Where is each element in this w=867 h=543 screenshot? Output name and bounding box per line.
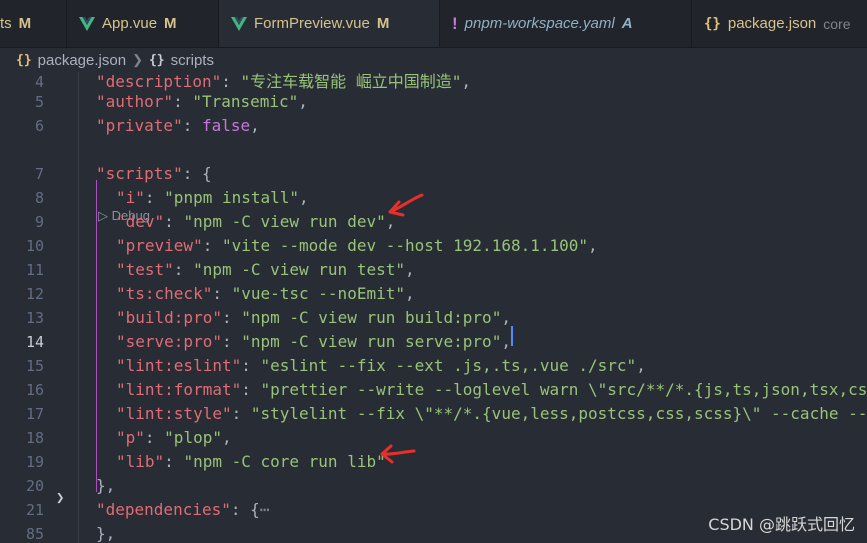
vue-file-icon	[79, 16, 95, 31]
json-file-icon: {}	[16, 52, 32, 68]
tab-pnpm-workspace-label: pnpm-workspace.yaml	[464, 15, 615, 32]
code-line: "lint:style": "stylelint --fix \"**/*.{v…	[116, 404, 867, 423]
tab-package-json[interactable]: {} package.json core	[692, 0, 867, 47]
line-number: 19	[25, 453, 44, 471]
yaml-file-icon: !	[452, 13, 458, 33]
line-number: 18	[25, 429, 44, 447]
line-number: 85	[25, 525, 44, 543]
code-line: "lint:eslint": "eslint --fix --ext .js,.…	[116, 356, 646, 375]
code-line: "ts:check": "vue-tsc --noEmit",	[116, 284, 415, 303]
line-number: 15	[25, 357, 44, 375]
watermark: CSDN @跳跃式回忆	[708, 515, 855, 534]
line-number: 21	[25, 501, 44, 519]
tab-ts-modified-flag: M	[18, 15, 32, 32]
line-number: 14	[25, 333, 44, 351]
collapsed-ellipsis-icon[interactable]: ⋯	[260, 500, 270, 519]
line-number: 6	[34, 117, 44, 135]
editor-tab-bar: ts M App.vue M FormPreview.vue M ! pnpm-…	[0, 0, 867, 48]
line-number: 13	[25, 309, 44, 327]
code-line: "scripts": {	[96, 164, 212, 183]
annotation-arrow-dev	[388, 193, 424, 217]
tab-package-json-label: package.json	[727, 15, 817, 32]
code-line: "dev": "npm -C view run dev",	[116, 212, 396, 231]
tab-pnpm-workspace-yaml[interactable]: ! pnpm-workspace.yaml A	[440, 0, 692, 47]
tab-app-vue-modified-flag: M	[164, 15, 177, 32]
breadcrumb: {} package.json ❯ {} scripts	[0, 48, 867, 72]
line-number: 12	[25, 285, 44, 303]
line-number: 9	[34, 213, 44, 231]
code-line: "i": "pnpm install",	[116, 188, 309, 207]
play-icon: ▷	[98, 208, 108, 223]
object-icon: {}	[148, 52, 165, 68]
breadcrumb-file[interactable]: package.json	[38, 52, 126, 69]
tab-formpreview-vue-label: FormPreview.vue	[254, 15, 370, 32]
vue-file-icon	[231, 16, 247, 31]
line-number: 10	[25, 237, 44, 255]
line-number: 5	[34, 93, 44, 111]
indent-guide	[78, 72, 79, 543]
code-line: "private": false,	[96, 116, 260, 135]
code-line: "p": "plop",	[116, 428, 232, 447]
code-line: "test": "npm -C view run test",	[116, 260, 415, 279]
line-number: 20	[25, 477, 44, 495]
json-file-icon: {}	[704, 15, 721, 32]
annotation-arrow-lib	[380, 444, 416, 464]
line-number: 8	[34, 189, 44, 207]
code-line: },	[96, 476, 116, 495]
tab-app-vue-label: App.vue	[102, 15, 158, 32]
active-indent-guide	[96, 180, 97, 492]
tab-package-json-folder: core	[823, 15, 851, 32]
code-line: "lint:format": "prettier --write --logle…	[116, 380, 867, 399]
code-line: "preview": "vite --mode dev --host 192.1…	[116, 236, 598, 255]
code-line: "dependencies": {⋯	[96, 500, 270, 519]
code-line: "serve:pro": "npm -C view run serve:pro"…	[116, 332, 511, 351]
tab-formpreview-vue-modified-flag: M	[376, 15, 390, 32]
breadcrumb-section[interactable]: scripts	[171, 52, 214, 69]
tab-app-vue[interactable]: App.vue M	[67, 0, 219, 47]
line-number: 11	[25, 261, 44, 279]
code-editor[interactable]: 4 5 6 7 8 9 10 11 12 13 14 15 16 17 18 19 20 21 85 ▷ Debug…	[0, 72, 867, 543]
text-cursor	[511, 326, 513, 346]
code-line: "lib": "npm -C core run lib"	[116, 452, 386, 471]
code-line: "author": "Transemic",	[96, 92, 308, 111]
code-line: "build:pro": "npm -C view run build:pro"…	[116, 308, 511, 327]
tab-pnpm-workspace-added-flag: A	[621, 15, 633, 32]
tab-ts-label: ts	[0, 15, 12, 32]
line-number: 7	[34, 165, 44, 183]
line-number: 16	[25, 381, 44, 399]
code-line: },	[96, 524, 116, 543]
tab-ts[interactable]: ts M	[0, 0, 67, 47]
chevron-right-icon: ❯	[132, 52, 143, 67]
tab-formpreview-vue[interactable]: FormPreview.vue M	[219, 0, 440, 47]
fold-chevron-icon[interactable]: ❯	[56, 490, 64, 506]
line-number: 17	[25, 405, 44, 423]
